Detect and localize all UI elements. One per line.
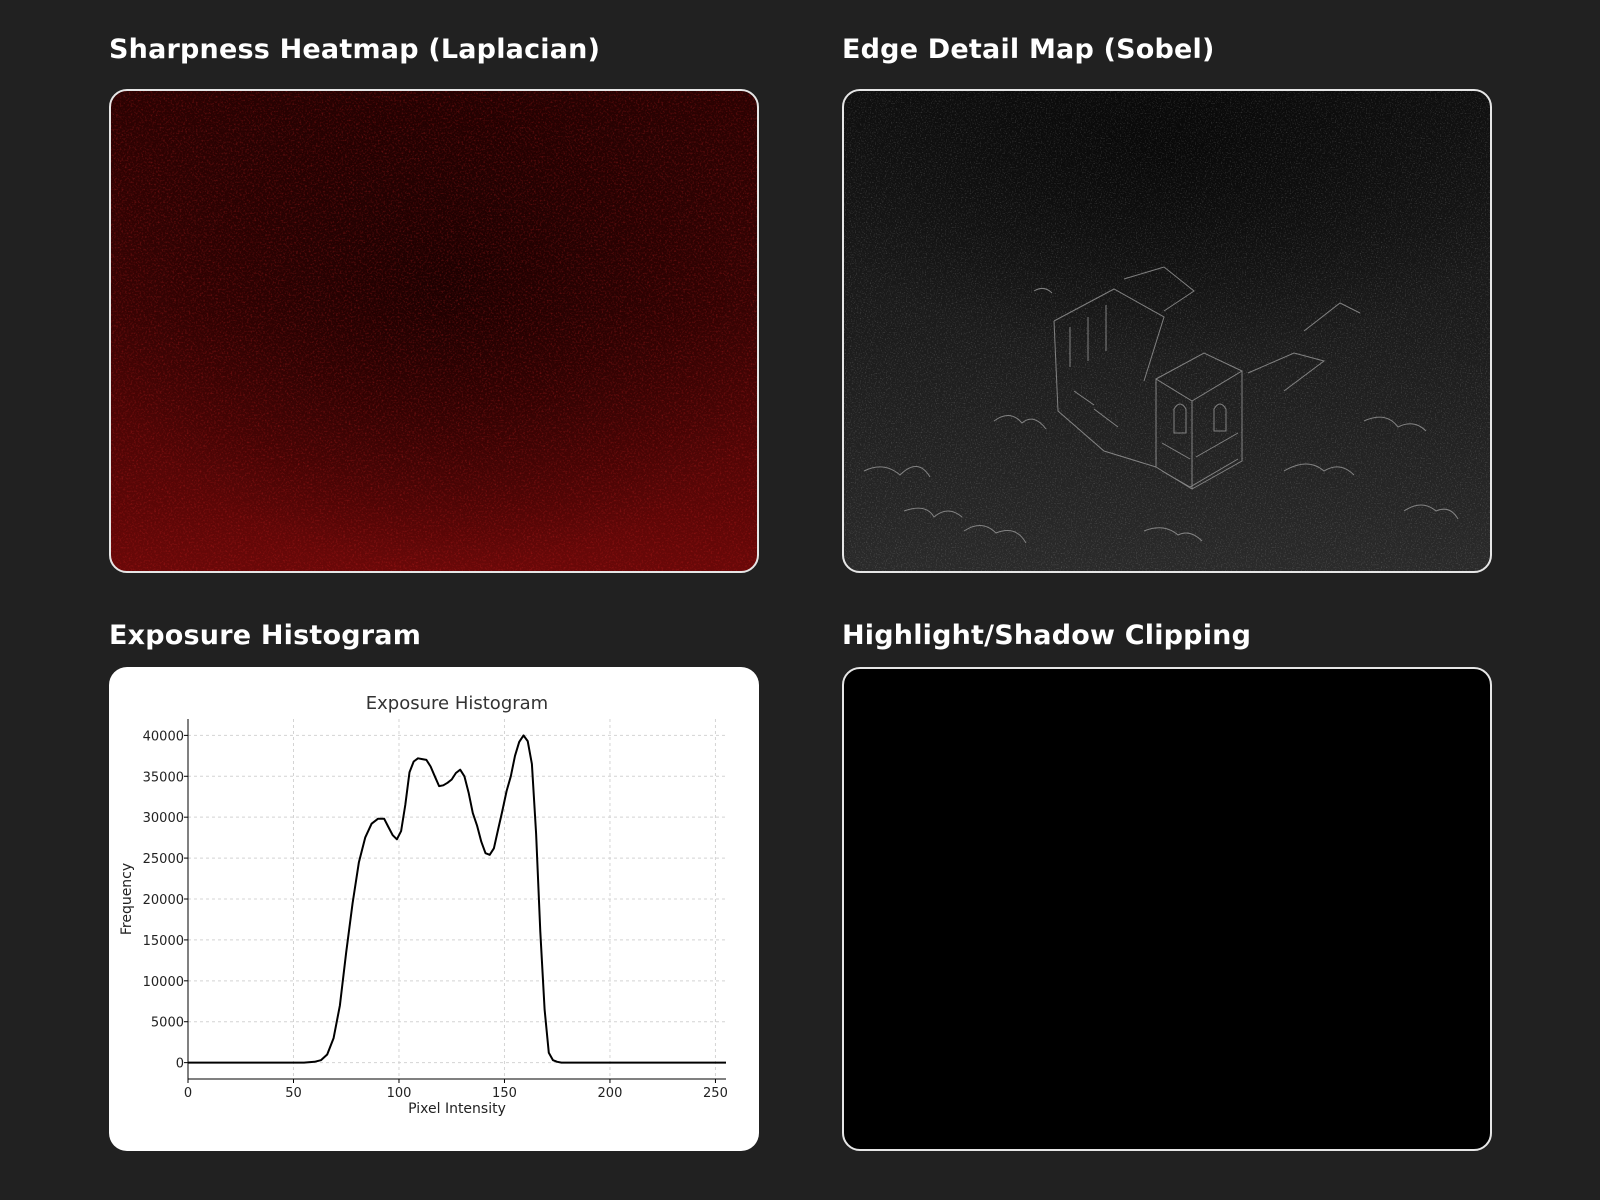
y-tick-label: 25000 xyxy=(143,852,184,867)
y-tick-label: 35000 xyxy=(143,770,184,785)
y-tick-label: 5000 xyxy=(151,1016,184,1031)
y-tick-label: 0 xyxy=(176,1057,184,1072)
y-tick-label: 15000 xyxy=(143,934,184,949)
x-tick-label: 50 xyxy=(285,1086,302,1101)
exposure-histogram-panel: 0 50 100 150 200 250 0 5000 10000 15000 20000 25000… xyxy=(109,667,759,1151)
sharpness-heatmap-title: Sharpness Heatmap (Laplacian) xyxy=(109,34,601,65)
chart-title: Exposure Histogram xyxy=(366,693,548,714)
edge-outline-layer xyxy=(844,91,1490,571)
x-tick-label: 200 xyxy=(598,1086,623,1101)
clipping-title: Highlight/Shadow Clipping xyxy=(842,620,1252,651)
x-axis-label: Pixel Intensity xyxy=(408,1101,506,1117)
y-tick-label: 30000 xyxy=(143,811,184,826)
y-tick-label: 20000 xyxy=(143,893,184,908)
sharpness-heatmap-image xyxy=(109,89,759,573)
x-tick-label: 0 xyxy=(184,1086,192,1101)
sharpness-noise-layer xyxy=(111,91,757,571)
clipping-mask-image xyxy=(842,667,1492,1151)
exposure-histogram-chart: 0 50 100 150 200 250 0 5000 10000 15000 20000 25000… xyxy=(119,693,728,1117)
exposure-histogram-title: Exposure Histogram xyxy=(109,620,422,651)
edge-detail-map-image xyxy=(842,89,1492,573)
edge-map-title: Edge Detail Map (Sobel) xyxy=(842,34,1215,65)
y-tick-label: 40000 xyxy=(143,729,184,744)
x-tick-label: 150 xyxy=(492,1086,517,1101)
y-axis-label: Frequency xyxy=(119,863,135,935)
y-tick-label: 10000 xyxy=(143,975,184,990)
x-tick-label: 100 xyxy=(387,1086,412,1101)
x-tick-label: 250 xyxy=(703,1086,728,1101)
